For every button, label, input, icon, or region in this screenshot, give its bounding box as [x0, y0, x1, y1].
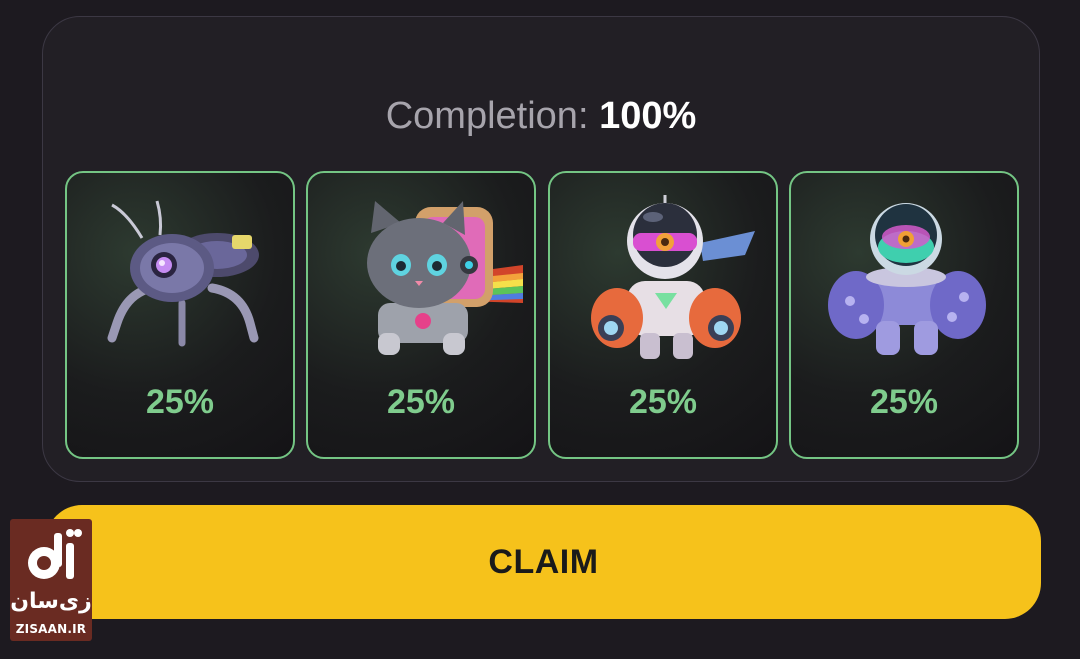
astronaut-robot-icon — [591, 195, 755, 359]
claim-button[interactable]: CLAIM — [46, 505, 1041, 619]
card-percent: 25% — [145, 383, 215, 421]
robot-spider-icon — [107, 200, 259, 347]
completion-label: Completion: — [385, 95, 589, 137]
card-percent: 25% — [869, 383, 939, 421]
watermark-site: ZISAAN.IR — [15, 622, 87, 636]
mech-suit-robot-icon — [828, 203, 986, 355]
robot-cat-icon — [367, 201, 523, 355]
card-percent: 25% — [628, 383, 698, 421]
watermark-brand: زی‌سان — [10, 589, 92, 614]
completion-text: Completion: 100% — [43, 95, 1039, 138]
completion-value: 100% — [599, 95, 697, 137]
collectible-card-1: 25% — [65, 171, 295, 459]
reward-screen: Completion: 100% 25% 25% 25% 25% CLAIM ز… — [0, 0, 1080, 659]
collectible-card-3: 25% — [548, 171, 778, 459]
zisaan-logo-icon — [28, 529, 82, 579]
collectible-card-2: 25% — [306, 171, 536, 459]
watermark: زی‌سان ZISAAN.IR — [10, 519, 92, 647]
collectible-card-4: 25% — [789, 171, 1019, 459]
card-percent: 25% — [386, 383, 456, 421]
